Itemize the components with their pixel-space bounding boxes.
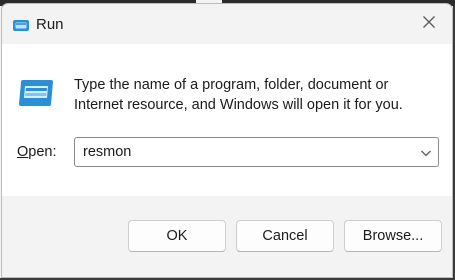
cancel-button[interactable]: Cancel [236,220,334,252]
run-dialog: Run Type the name of a program, folder, … [1,3,453,278]
browse-button[interactable]: Browse... [344,220,442,252]
close-button[interactable] [410,7,448,41]
dialog-content: Type the name of a program, folder, docu… [2,44,452,196]
window-title: Run [36,16,64,33]
open-label-rest: pen: [28,144,57,160]
open-label: Open: [17,144,57,160]
close-icon [422,15,436,34]
open-combobox[interactable] [74,137,439,167]
ok-button[interactable]: OK [128,220,226,252]
run-icon [12,16,30,34]
open-input[interactable] [83,141,403,163]
title-bar[interactable]: Run [2,4,452,44]
chevron-down-icon[interactable] [420,146,432,158]
open-label-accesskey: O [17,144,29,160]
instruction-text: Type the name of a program, folder, docu… [74,77,403,113]
run-dialog-icon [17,78,55,108]
button-bar: OK Cancel Browse... [2,196,452,277]
